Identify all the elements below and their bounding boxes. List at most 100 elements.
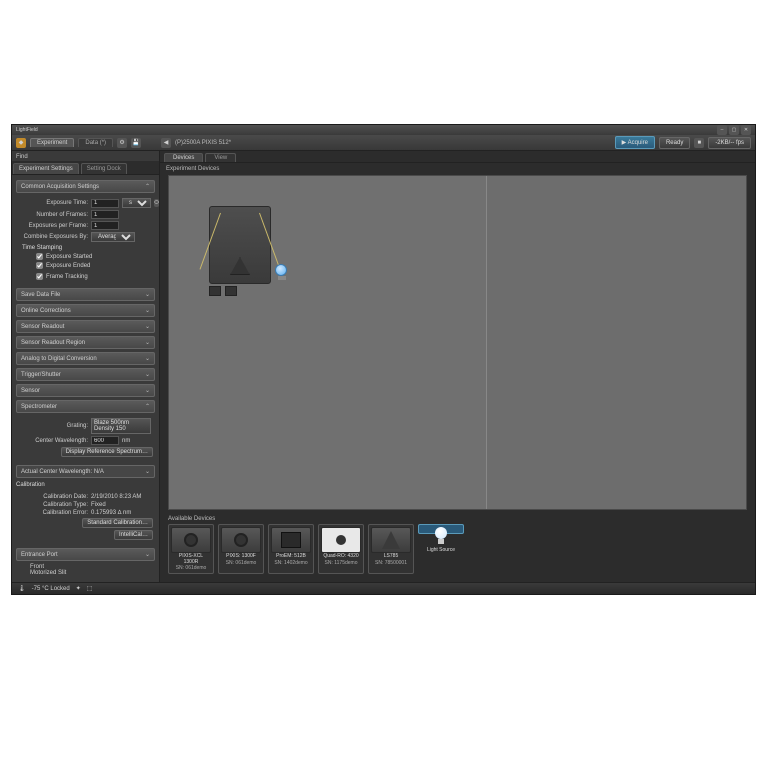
titlebar: LightField – ▢ ✕ — [12, 125, 755, 135]
cal-type-label: Calibration Type: — [22, 502, 88, 508]
link-icon[interactable]: ⬭ — [154, 199, 159, 207]
chevron-down-icon: ⌄ — [145, 355, 150, 362]
status-icon[interactable]: ✦ — [76, 585, 81, 592]
center-wavelength-input[interactable] — [91, 436, 119, 445]
cal-error-value: 0.175993 ∆ nm — [91, 510, 131, 516]
document-title: (P)2500A PIXIS 512* — [175, 140, 231, 146]
maximize-icon[interactable]: ▢ — [729, 125, 739, 135]
content-tabs: Devices View — [160, 151, 755, 163]
status-bar: 🌡 -75 °C Locked ✦ ⬚ — [12, 582, 755, 594]
window-title: LightField — [16, 127, 38, 133]
standard-calibration-button[interactable]: Standard Calibration… — [82, 518, 153, 528]
tab-view[interactable]: View — [205, 153, 236, 162]
combine-select[interactable]: Average — [91, 232, 135, 242]
exposure-ended-checkbox[interactable] — [36, 262, 43, 269]
tab-experiment-settings[interactable]: Experiment Settings — [13, 163, 79, 174]
cal-date-value: 2/19/2010 8:23 AM — [91, 494, 141, 500]
grating-value-2: Density 150 — [94, 426, 148, 432]
camera-icon — [271, 527, 311, 553]
experiment-devices-title: Experiment Devices — [160, 163, 755, 175]
section-adc[interactable]: Analog to Digital Conversion ⌄ — [16, 352, 155, 365]
acquire-button[interactable]: ▶ Acquire — [615, 136, 655, 149]
section-label: Trigger/Shutter — [21, 372, 61, 378]
status-indicator: Ready — [659, 137, 690, 149]
section-label: Sensor Readout — [21, 324, 64, 330]
chevron-down-icon: ⌄ — [145, 387, 150, 394]
section-label: Online Corrections — [21, 308, 71, 314]
tab-setting-dock[interactable]: Setting Dock — [81, 163, 127, 174]
main-area: Find Experiment Settings Setting Dock Co… — [12, 151, 755, 582]
settings-scroll[interactable]: Common Acquisition Settings ⌃ Exposure T… — [12, 175, 159, 582]
grating-select[interactable]: Blaze 500nm Density 150 — [91, 418, 151, 434]
wavelength-unit: nm — [122, 438, 130, 444]
device-sn: SN: 061demo — [176, 565, 207, 571]
exposure-time-unit[interactable]: s — [122, 198, 151, 208]
find-label: Find — [12, 151, 159, 161]
section-online-corrections[interactable]: Online Corrections⌄ — [16, 304, 155, 317]
frame-info: -2KB/-- fps — [708, 137, 751, 149]
tab-experiment[interactable]: Experiment — [30, 138, 74, 147]
exp-per-frame-input[interactable] — [91, 221, 119, 230]
section-trigger-shutter[interactable]: Trigger/Shutter ⌄ — [16, 368, 155, 381]
lightbulb-icon — [421, 527, 461, 547]
close-icon[interactable]: ✕ — [741, 125, 751, 135]
exposure-time-label: Exposure Time: — [22, 200, 88, 206]
stop-icon[interactable]: ■ — [694, 138, 704, 148]
minimize-icon[interactable]: – — [717, 125, 727, 135]
section-sensor-readout[interactable]: Sensor Readout ⌄ — [16, 320, 155, 333]
section-label: Common Acquisition Settings — [21, 184, 99, 190]
num-frames-label: Number of Frames: — [22, 212, 88, 218]
app-menu-icon[interactable]: ◆ — [16, 138, 26, 148]
cal-type-value: Fixed — [91, 502, 106, 508]
section-sensor-readout-region[interactable]: Sensor Readout Region ⌄ — [16, 336, 155, 349]
frame-tracking-checkbox[interactable] — [36, 273, 43, 280]
chevron-down-icon: ⌄ — [145, 371, 150, 378]
section-label: Analog to Digital Conversion — [21, 356, 97, 362]
settings-icon[interactable]: ⚙ — [117, 138, 127, 148]
device-card[interactable]: PIXIS: 1300F SN: 061demo — [218, 524, 264, 574]
device-canvas[interactable] — [168, 175, 747, 510]
device-name: Light Source — [427, 548, 455, 554]
camera-attachment-icon — [209, 286, 221, 296]
cal-error-label: Calibration Error: — [22, 510, 88, 516]
camera-icon — [321, 527, 361, 553]
grating-label: Grating: — [22, 423, 88, 429]
entrance-motorized: Motorized Slit — [30, 570, 153, 576]
section-label: Spectrometer — [21, 404, 57, 410]
section-spectrometer[interactable]: Spectrometer⌃ — [16, 400, 155, 413]
status-icon[interactable]: ⬚ — [87, 585, 93, 592]
device-card[interactable]: PIXIS-XCL 1300R SN: 061demo — [168, 524, 214, 574]
frame-tracking-label: Frame Tracking — [46, 274, 88, 280]
tab-devices[interactable]: Devices — [164, 153, 203, 162]
lightbulb-icon — [275, 264, 287, 276]
device-card-selected[interactable]: Light Source — [418, 524, 464, 534]
light-source-device[interactable] — [275, 264, 289, 282]
exposure-started-checkbox[interactable] — [36, 253, 43, 260]
exposure-time-input[interactable] — [91, 199, 119, 208]
spectrometer-icon — [371, 527, 411, 553]
device-card[interactable]: ProEM: 512B SN: 1402demo — [268, 524, 314, 574]
chevron-down-icon: ⌄ — [145, 323, 150, 330]
window-controls: – ▢ ✕ — [717, 125, 751, 135]
spectrometer-device[interactable] — [209, 206, 271, 298]
section-label: Sensor Readout Region — [21, 340, 85, 346]
display-reference-spectrum-button[interactable]: Display Reference Spectrum… — [61, 447, 153, 457]
save-icon[interactable]: 💾 — [131, 138, 141, 148]
chevron-down-icon: ⌄ — [145, 339, 150, 346]
camera-attachment-icon — [225, 286, 237, 296]
num-frames-input[interactable] — [91, 210, 119, 219]
section-common-acquisition[interactable]: Common Acquisition Settings ⌃ — [16, 180, 155, 193]
tab-data[interactable]: Data (*) — [78, 138, 113, 147]
device-sn: SN: 061demo — [226, 560, 257, 566]
device-card[interactable]: Quad-RO: 4320 SN: 1175demo — [318, 524, 364, 574]
section-entrance-port[interactable]: Entrance Port⌄ — [16, 548, 155, 561]
chevron-down-icon: ⌄ — [145, 468, 150, 475]
content-area: Devices View Experiment Devices — [160, 151, 755, 582]
available-devices-strip: Available Devices PIXIS-XCL 1300R SN: 06… — [168, 514, 747, 574]
device-card[interactable]: LS785 SN: 78500001 — [368, 524, 414, 574]
section-save-data-file[interactable]: Save Data File⌄ — [16, 288, 155, 301]
doc-prev-icon[interactable]: ◀ — [161, 138, 171, 148]
section-sensor[interactable]: Sensor⌄ — [16, 384, 155, 397]
device-sn: SN: 78500001 — [375, 560, 407, 566]
intellical-button[interactable]: IntelliCal… — [114, 530, 153, 540]
